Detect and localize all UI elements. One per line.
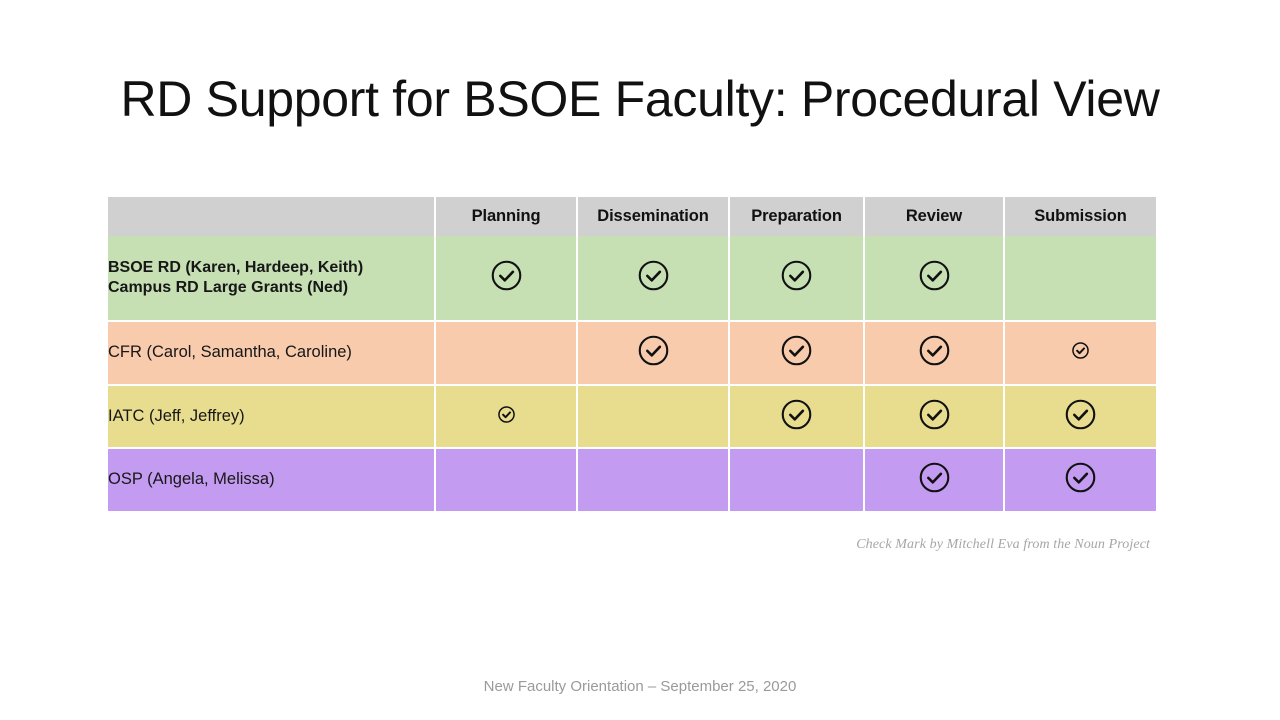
slide: RD Support for BSOE Faculty: Procedural … — [0, 0, 1280, 720]
column-header-preparation: Preparation — [730, 197, 865, 236]
check-circle-icon — [638, 260, 669, 291]
row-label-iatc: IATC (Jeff, Jeffrey) — [108, 386, 436, 449]
row-label-line-2: Campus RD Large Grants (Ned) — [108, 279, 349, 296]
cell-iatc-planning — [436, 386, 578, 449]
column-header-planning: Planning — [436, 197, 578, 236]
column-header-dissemination: Dissemination — [578, 197, 730, 236]
table-row: OSP (Angela, Melissa) — [108, 449, 1156, 511]
cell-iatc-dissemination — [578, 386, 730, 449]
cell-cfr-review — [865, 322, 1005, 386]
check-circle-icon — [919, 462, 950, 493]
table-body: BSOE RD (Karen, Hardeep, Keith) Campus R… — [108, 236, 1156, 511]
check-circle-icon — [638, 335, 669, 366]
table-row: BSOE RD (Karen, Hardeep, Keith) Campus R… — [108, 236, 1156, 322]
cell-iatc-submission — [1005, 386, 1156, 449]
check-circle-icon — [497, 405, 515, 423]
check-circle-icon — [919, 399, 950, 430]
cell-osp-preparation — [730, 449, 865, 511]
page-title: RD Support for BSOE Faculty: Procedural … — [120, 71, 1160, 127]
column-header-submission: Submission — [1005, 197, 1156, 236]
check-circle-icon — [919, 335, 950, 366]
cell-bsoe-rd-submission — [1005, 236, 1156, 322]
check-circle-icon — [491, 260, 522, 291]
table-row: CFR (Carol, Samantha, Caroline) — [108, 322, 1156, 386]
column-header-review: Review — [865, 197, 1005, 236]
table-corner-header — [108, 197, 436, 236]
row-label-osp: OSP (Angela, Melissa) — [108, 449, 436, 511]
attribution-credit: Check Mark by Mitchell Eva from the Noun… — [856, 537, 1150, 552]
cell-iatc-preparation — [730, 386, 865, 449]
cell-cfr-submission — [1005, 322, 1156, 386]
check-circle-icon — [919, 260, 950, 291]
procedural-matrix: Planning Dissemination Preparation Revie… — [108, 197, 1156, 511]
cell-osp-planning — [436, 449, 578, 511]
cell-bsoe-rd-dissemination — [578, 236, 730, 322]
row-label-line-1: BSOE RD (Karen, Hardeep, Keith) — [108, 258, 364, 276]
table-header-row: Planning Dissemination Preparation Revie… — [108, 197, 1156, 236]
slide-footer: New Faculty Orientation – September 25, … — [483, 678, 797, 695]
check-circle-icon — [781, 260, 812, 291]
support-matrix-table: Planning Dissemination Preparation Revie… — [108, 197, 1156, 511]
row-label-cfr: CFR (Carol, Samantha, Caroline) — [108, 322, 436, 386]
cell-iatc-review — [865, 386, 1005, 449]
table-row: IATC (Jeff, Jeffrey) — [108, 386, 1156, 449]
cell-bsoe-rd-preparation — [730, 236, 865, 322]
row-label-bsoe-rd: BSOE RD (Karen, Hardeep, Keith) Campus R… — [108, 236, 436, 322]
cell-osp-dissemination — [578, 449, 730, 511]
cell-cfr-planning — [436, 322, 578, 386]
cell-osp-review — [865, 449, 1005, 511]
cell-bsoe-rd-review — [865, 236, 1005, 322]
check-circle-icon — [1072, 342, 1089, 359]
cell-cfr-preparation — [730, 322, 865, 386]
cell-osp-submission — [1005, 449, 1156, 511]
check-circle-icon — [1065, 399, 1096, 430]
check-circle-icon — [781, 399, 812, 430]
check-circle-icon — [1065, 462, 1096, 493]
cell-cfr-dissemination — [578, 322, 730, 386]
check-circle-icon — [781, 335, 812, 366]
cell-bsoe-rd-planning — [436, 236, 578, 322]
